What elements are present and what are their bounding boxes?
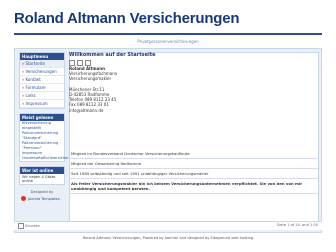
info-rows: Mitglied im Bundesverband Deutscher Vers… (69, 149, 319, 194)
info-row: Seit 1989 selbständig und seit 1991 unab… (69, 169, 319, 179)
sidebar-item-versicherungen[interactable]: »Versicherungen (20, 68, 64, 76)
sidebar-item-label: Impressum (25, 101, 48, 106)
content-footer (14, 221, 322, 230)
page-title: Willkommen auf der Startseite (69, 52, 156, 58)
sidebar-item-label: Versicherungen (25, 69, 57, 74)
sidebar: Hauptmenu »Startseite »Versicherungen »K… (19, 52, 76, 202)
header-divider (14, 33, 322, 35)
print-link[interactable]: Drucken (18, 223, 40, 229)
info-row: Als freier Versicherungsmakler bin ich k… (69, 179, 319, 194)
online-text: Wir haben 4 Gäste online (22, 175, 56, 183)
online-title: Wer ist online (20, 167, 64, 174)
site-title[interactable]: Roland Altmann Versicherungen (14, 10, 240, 27)
sidebar-item-startseite[interactable]: »Startseite (20, 60, 64, 68)
site-header: Roland Altmann Versicherungen (14, 10, 322, 32)
print-icon (18, 223, 24, 229)
designer-link[interactable]: Joomla Templates (19, 195, 65, 202)
sidebar-item-label: Links (25, 93, 36, 98)
sidebar-item-links[interactable]: »Links (20, 92, 64, 100)
main-menu-box: Hauptmenu »Startseite »Versicherungen »K… (19, 52, 65, 109)
print-label: Drucken (25, 224, 40, 228)
sidebar-item-label: Kontakt (25, 77, 41, 82)
info-row: Mitglied der Gewerbering Radfomme (69, 159, 319, 169)
sidebar-item-label: Formulare (25, 85, 46, 90)
address-line: Versicherungsmakler (69, 76, 112, 82)
joomla-logo-icon (21, 196, 26, 201)
sidebar-item-formulare[interactable]: »Formulare (20, 84, 64, 92)
contact-address: Roland Altmann Versicherungsfachmann Ver… (69, 66, 117, 113)
most-read-title: Meist gelesen (20, 114, 64, 121)
most-read-link[interactable]: Hundehaftpflichtversicherung (20, 156, 76, 161)
designer-name: Joomla Templates (28, 196, 60, 201)
page-info: Seite 1 of 14, and 1.00 (276, 223, 318, 227)
most-read-box: Meist gelesen Kfzversicherung eingestell… (19, 113, 76, 162)
site-tagline: Privatpersonenversicherungen (137, 39, 199, 44)
sidebar-item-kontakt[interactable]: »Kontakt (20, 76, 64, 84)
sidebar-item-impressum[interactable]: »Impressum (20, 100, 64, 108)
most-read-list: Kfzversicherung eingestellt Policenversi… (20, 121, 76, 161)
sidebar-item-label: Startseite (25, 61, 45, 66)
email-link[interactable]: info@altmann.de (69, 108, 117, 113)
online-box: Wer ist online Wir haben 4 Gäste online (19, 166, 65, 185)
site-credits: Roland Altmann Versicherungen, Powered b… (82, 236, 254, 240)
info-row: Mitglied im Bundesverband Deutscher Vers… (69, 149, 319, 159)
main-menu-title: Hauptmenu (20, 53, 64, 60)
